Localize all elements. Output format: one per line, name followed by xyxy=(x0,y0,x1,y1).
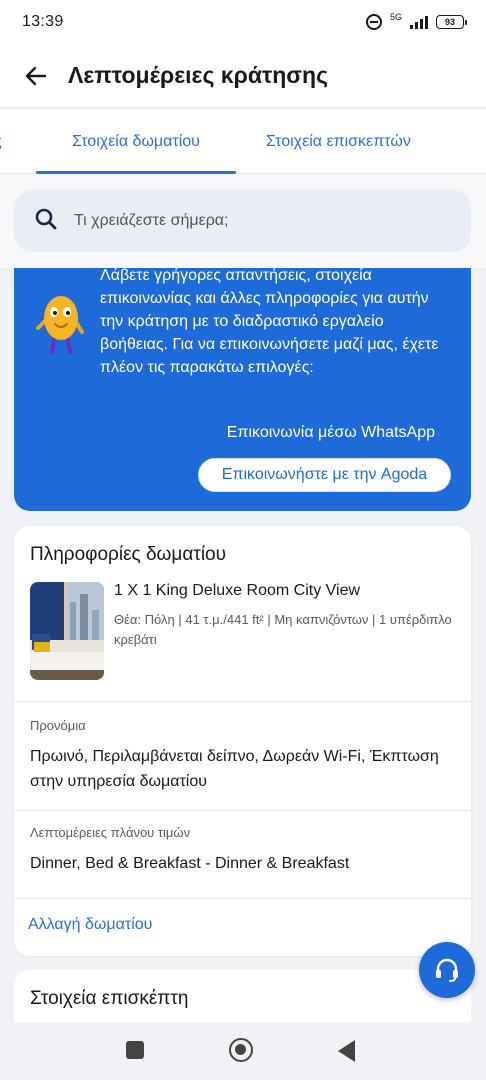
guest-details-title: Στοιχεία επισκέπτη xyxy=(30,988,189,1009)
back-triangle-icon[interactable] xyxy=(338,1040,355,1062)
contact-agoda-button[interactable]: Επικοινωνήστε με την Agoda xyxy=(198,458,451,492)
rate-plan-label: Λεπτομέρειες πλάνου τιμών xyxy=(30,825,191,840)
change-room-link[interactable]: Αλλαγή δωματίου xyxy=(28,916,152,934)
headset-icon xyxy=(436,958,458,982)
status-time: 13:39 xyxy=(22,13,64,30)
battery-icon: 93 xyxy=(436,15,467,29)
help-banner-text: Λάβετε γρήγορες απαντήσεις, στοιχεία επι… xyxy=(100,268,439,376)
benefits-label: Προνόμια xyxy=(30,718,86,733)
mascot-icon xyxy=(36,296,84,354)
system-nav-bar xyxy=(0,1022,486,1080)
room-info-title: Πληροφορίες δωματίου xyxy=(30,544,227,565)
room-info-card: Πληροφορίες δωματίου 1 X 1 King Deluxe R… xyxy=(14,526,471,956)
divider xyxy=(14,810,471,811)
divider xyxy=(14,898,471,899)
search-input[interactable] xyxy=(74,212,434,230)
search-icon xyxy=(34,207,58,236)
do-not-disturb-icon xyxy=(365,14,382,30)
divider xyxy=(14,701,471,702)
benefits-value: Πρωινό, Περιλαμβάνεται δείπνο, Δωρεάν Wi… xyxy=(30,748,439,790)
status-icons: 5G 93 xyxy=(365,12,467,30)
tab-room-details[interactable]: Στοιχεία δωματίου xyxy=(36,110,236,174)
search-area xyxy=(0,174,486,268)
status-bar: 13:39 5G 93 xyxy=(0,0,486,44)
tab-bar: ς Στοιχεία δωματίου Στοιχεία επισκεπτών xyxy=(0,110,486,174)
home-icon[interactable] xyxy=(229,1038,253,1062)
room-name: 1 X 1 King Deluxe Room City View xyxy=(114,582,361,599)
whatsapp-link[interactable]: Επικοινωνία μέσω WhatsApp xyxy=(227,424,435,442)
room-image[interactable] xyxy=(30,582,104,680)
support-button[interactable] xyxy=(419,942,475,998)
recent-apps-icon[interactable] xyxy=(126,1041,144,1059)
help-banner: Λάβετε γρήγορες απαντήσεις, στοιχεία επι… xyxy=(14,268,471,511)
network-type: 5G xyxy=(389,12,402,22)
page-title: Λεπτομέρειες κράτησης xyxy=(68,62,329,88)
room-details: Θέα: Πόλη | 41 τ.μ./441 ft² | Μη καπνιζό… xyxy=(114,612,452,647)
app-bar: Λεπτομέρειες κράτησης xyxy=(0,44,486,108)
search-bar[interactable] xyxy=(14,190,471,252)
guest-details-card: Στοιχεία επισκέπτη xyxy=(14,970,471,1030)
signal-icon xyxy=(410,15,428,29)
rate-plan-value: Dinner, Bed & Breakfast - Dinner & Break… xyxy=(30,855,350,872)
tab-previous[interactable]: ς xyxy=(0,110,2,174)
back-arrow-icon[interactable] xyxy=(18,58,54,94)
tab-guest-details[interactable]: Στοιχεία επισκεπτών xyxy=(266,110,411,174)
